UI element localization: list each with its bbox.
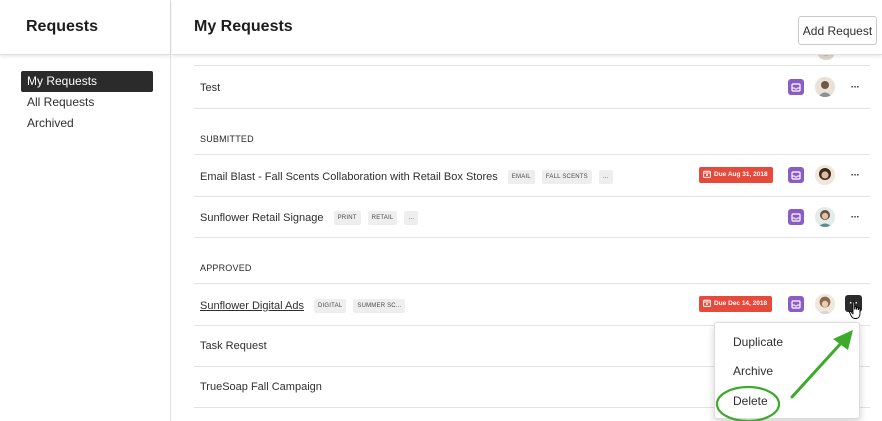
request-title[interactable]: Email Blast - Fall Scents Collaboration … bbox=[200, 170, 613, 184]
menu-item-duplicate[interactable]: Duplicate bbox=[733, 335, 783, 349]
tag: ... bbox=[404, 211, 419, 225]
context-menu: Duplicate Archive Delete bbox=[714, 322, 860, 419]
tag: ... bbox=[598, 170, 613, 184]
tag: DIGITAL bbox=[314, 299, 347, 313]
sidebar-header: Requests bbox=[0, 0, 170, 55]
table-row-hidden bbox=[194, 55, 870, 66]
request-title[interactable]: Sunflower Retail Signage PRINT RETAIL ..… bbox=[200, 211, 419, 225]
request-title-text[interactable]: Email Blast - Fall Scents Collaboration … bbox=[200, 171, 498, 183]
avatar[interactable] bbox=[815, 207, 835, 227]
sidebar-item-all-requests[interactable]: All Requests bbox=[21, 92, 153, 113]
add-request-button[interactable]: Add Request bbox=[798, 16, 877, 45]
section-label: SUBMITTED bbox=[200, 134, 254, 144]
section-header-submitted: SUBMITTED bbox=[194, 109, 870, 155]
request-title[interactable]: Test bbox=[200, 82, 220, 94]
section-label: APPROVED bbox=[200, 263, 252, 273]
due-date-badge: Due Aug 31, 2018 bbox=[699, 167, 773, 183]
request-title[interactable]: Sunflower Digital Ads DIGITAL SUMMER SC.… bbox=[200, 299, 406, 313]
tag: FALL SCENTS bbox=[541, 170, 592, 184]
tag: RETAIL bbox=[367, 211, 398, 225]
table-row[interactable]: Email Blast - Fall Scents Collaboration … bbox=[194, 155, 870, 197]
section-header-approved: APPROVED bbox=[194, 238, 870, 284]
table-row[interactable]: Sunflower Digital Ads DIGITAL SUMMER SC.… bbox=[194, 284, 870, 326]
tag: EMAIL bbox=[507, 170, 535, 184]
sidebar-title: Requests bbox=[26, 18, 99, 35]
request-title-link[interactable]: Sunflower Digital Ads bbox=[200, 300, 304, 312]
more-icon[interactable]: ··· bbox=[847, 79, 863, 95]
sidebar: Requests My Requests All Requests Archiv… bbox=[0, 0, 171, 421]
more-icon[interactable]: ··· bbox=[847, 167, 863, 183]
table-row[interactable]: Test ··· bbox=[194, 66, 870, 109]
tag: PRINT bbox=[333, 211, 361, 225]
avatar[interactable] bbox=[815, 77, 835, 97]
sidebar-item-archived[interactable]: Archived bbox=[21, 113, 153, 134]
avatar[interactable] bbox=[815, 294, 835, 314]
inbox-icon[interactable] bbox=[788, 209, 804, 225]
inbox-icon[interactable] bbox=[788, 79, 804, 95]
more-icon[interactable]: ··· bbox=[845, 295, 862, 312]
due-date-text: Due Aug 31, 2018 bbox=[714, 171, 768, 178]
avatar[interactable] bbox=[815, 165, 835, 185]
request-title-text[interactable]: Sunflower Retail Signage bbox=[200, 212, 324, 224]
inbox-icon[interactable] bbox=[788, 167, 804, 183]
sidebar-item-my-requests[interactable]: My Requests bbox=[21, 71, 153, 92]
request-title[interactable]: TrueSoap Fall Campaign bbox=[200, 381, 322, 393]
calendar-icon bbox=[703, 170, 711, 178]
request-title[interactable]: Task Request bbox=[200, 340, 267, 352]
main-header: My Requests Add Request bbox=[172, 0, 882, 55]
calendar-icon bbox=[703, 299, 711, 307]
menu-item-archive[interactable]: Archive bbox=[733, 364, 773, 378]
table-row[interactable]: Sunflower Retail Signage PRINT RETAIL ..… bbox=[194, 197, 870, 238]
due-date-badge: Due Dec 14, 2018 bbox=[699, 296, 773, 312]
page-title: My Requests bbox=[194, 18, 293, 35]
more-icon[interactable]: ··· bbox=[847, 209, 863, 225]
sidebar-nav: My Requests All Requests Archived bbox=[21, 71, 153, 134]
due-date-text: Due Dec 14, 2018 bbox=[714, 300, 768, 307]
inbox-icon[interactable] bbox=[788, 296, 804, 312]
tag: SUMMER SC... bbox=[353, 299, 406, 313]
menu-item-delete[interactable]: Delete bbox=[733, 394, 768, 408]
